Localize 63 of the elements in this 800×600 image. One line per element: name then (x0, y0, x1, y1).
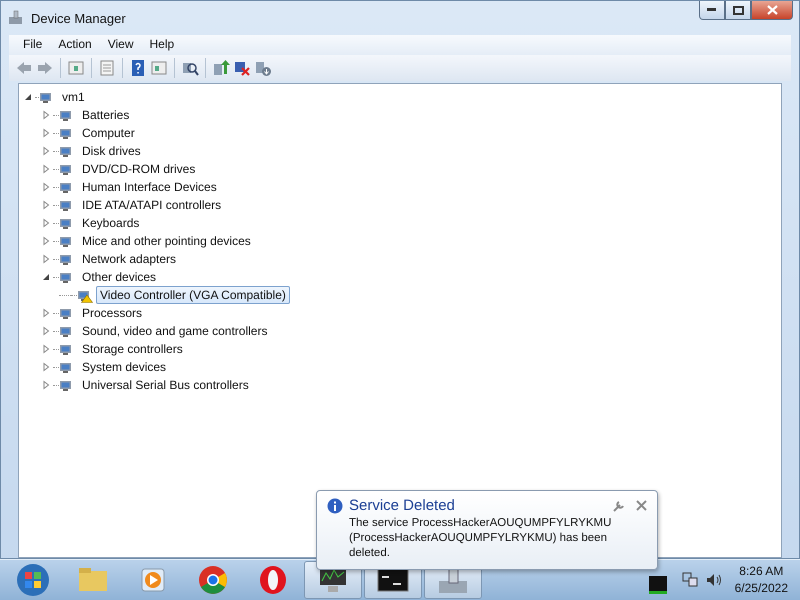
uninstall-icon[interactable] (233, 59, 251, 77)
tree-item[interactable]: Batteries (78, 106, 134, 124)
menu-item[interactable]: File (15, 35, 50, 55)
tree-item[interactable]: Sound, video and game controllers (78, 322, 272, 340)
console-tray-icon[interactable] (648, 576, 667, 594)
wrench-icon[interactable] (612, 500, 624, 512)
close-icon[interactable] (636, 500, 647, 511)
expand-arrow-icon[interactable] (41, 128, 51, 138)
expand-arrow-icon[interactable] (41, 182, 51, 192)
back-arrow-icon[interactable] (15, 59, 33, 77)
tree-item[interactable]: Processors (78, 304, 146, 322)
console-tree-icon[interactable] (67, 59, 85, 77)
expand-arrow-icon[interactable] (41, 362, 51, 372)
window-title: Device Manager (31, 10, 127, 26)
close-icon (766, 5, 778, 15)
network-tray-icon[interactable] (680, 571, 699, 589)
minimize-icon (707, 8, 717, 12)
maximize-icon (732, 6, 744, 14)
expand-arrow-icon[interactable] (41, 236, 51, 246)
disable-device-icon[interactable] (254, 59, 272, 77)
tree-item[interactable]: Keyboards (78, 214, 144, 232)
tree-item[interactable]: Human Interface Devices (78, 178, 221, 196)
tree-item[interactable]: Mice and other pointing devices (78, 232, 255, 250)
device-manager-icon (7, 9, 25, 27)
menu-item[interactable]: View (100, 35, 142, 55)
info-icon (327, 498, 343, 514)
expand-arrow-icon[interactable] (41, 146, 51, 156)
properties-icon[interactable] (98, 59, 116, 77)
update-driver-icon[interactable] (212, 59, 230, 77)
clock-time[interactable]: 8:26 AM (739, 563, 784, 580)
expand-arrow-icon[interactable] (41, 200, 51, 210)
expand-arrow-icon[interactable] (41, 326, 51, 336)
clock-date[interactable]: 6/25/2022 (734, 580, 788, 597)
notification-message: The service ProcessHackerAOUQUMPFYLRYKMU (ProcessHackerAOUQUMPFYLRYKMU) has been deleted. (349, 516, 612, 561)
forward-arrow-icon[interactable] (36, 59, 54, 77)
expand-arrow-icon[interactable] (41, 218, 51, 228)
tree-item[interactable]: Video Controller (VGA Compatible) (96, 286, 290, 304)
expand-arrow-icon[interactable] (41, 380, 51, 390)
tree-item[interactable]: Disk drives (78, 142, 145, 160)
expand-arrow-icon[interactable] (41, 164, 51, 174)
tree-item[interactable]: Network adapters (78, 250, 180, 268)
tree-item[interactable]: Universal Serial Bus controllers (78, 376, 253, 394)
tree-item[interactable]: vm1 (58, 88, 89, 106)
tree-item[interactable]: IDE ATA/ATAPI controllers (78, 196, 226, 214)
menu-item[interactable]: Help (142, 35, 182, 55)
tree-item[interactable]: Computer (78, 124, 139, 142)
menu-item[interactable]: Action (50, 35, 100, 55)
help-icon[interactable] (129, 59, 147, 77)
collapse-arrow-icon[interactable] (23, 92, 33, 102)
notification-title: Service Deleted (349, 497, 456, 514)
maximize-button[interactable] (725, 1, 751, 20)
minimize-button[interactable] (699, 1, 725, 20)
action-pane-icon[interactable] (150, 59, 168, 77)
tree-item[interactable]: Storage controllers (78, 340, 187, 358)
tree-item[interactable]: DVD/CD-ROM drives (78, 160, 200, 178)
expand-arrow-icon[interactable] (41, 254, 51, 264)
expand-arrow-icon[interactable] (41, 344, 51, 354)
tree-item[interactable]: Other devices (78, 268, 160, 286)
expand-arrow-icon[interactable] (41, 110, 51, 120)
close-button[interactable] (751, 1, 793, 20)
collapse-arrow-icon[interactable] (41, 272, 51, 282)
expand-arrow-icon[interactable] (41, 308, 51, 318)
tree-item[interactable]: System devices (78, 358, 170, 376)
